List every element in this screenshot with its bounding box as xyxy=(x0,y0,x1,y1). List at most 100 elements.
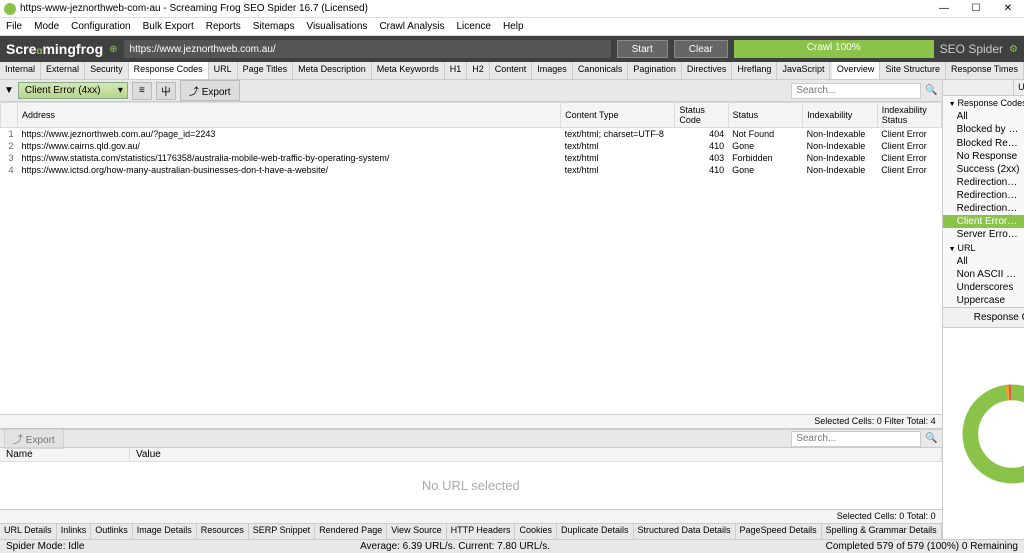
tab-internal[interactable]: Internal xyxy=(0,62,41,79)
tab-javascript[interactable]: JavaScript xyxy=(777,62,830,79)
dtab-inlinks[interactable]: Inlinks xyxy=(57,524,92,539)
export-button[interactable]: ⤴ Export xyxy=(180,80,240,101)
titlebar: https-www-jeznorthweb-com-au - Screaming… xyxy=(0,0,1024,18)
col-name[interactable]: Name xyxy=(0,448,130,461)
list-view-icon[interactable]: ≡ xyxy=(132,82,152,100)
tab-hreflang[interactable]: Hreflang xyxy=(732,62,777,79)
table-search-input[interactable] xyxy=(791,83,921,99)
rp-row[interactable]: All579100% xyxy=(943,110,1024,123)
dtab-serp-snippet[interactable]: SERP Snippet xyxy=(249,524,315,539)
rp-row[interactable]: Redirection (Met...00% xyxy=(943,202,1024,215)
rp-row[interactable]: Non ASCII Char...30.66% xyxy=(943,268,1024,281)
tab-security[interactable]: Security xyxy=(85,62,129,79)
rp-row[interactable]: Blocked Resourcei00% xyxy=(943,136,1024,150)
results-table[interactable]: AddressContent TypeStatus CodeStatusInde… xyxy=(0,102,942,414)
lower-search-input[interactable] xyxy=(791,431,921,447)
menu-help[interactable]: Help xyxy=(503,21,524,32)
dtab-http-headers[interactable]: HTTP Headers xyxy=(447,524,516,539)
search-icon[interactable]: 🔍 xyxy=(925,85,937,96)
dtab-duplicate-details[interactable]: Duplicate Details xyxy=(557,524,634,539)
col-value[interactable]: Value xyxy=(130,448,942,461)
dtab-structured-data-details[interactable]: Structured Data Details xyxy=(634,524,736,539)
overview-header: URLs% of ... xyxy=(943,80,1024,96)
menu-visualisations[interactable]: Visualisations xyxy=(306,21,367,32)
dtab-outlinks[interactable]: Outlinks xyxy=(91,524,133,539)
col-status[interactable]: Status xyxy=(728,103,803,128)
close-button[interactable]: ✕ xyxy=(996,1,1020,17)
menu-bulk-export[interactable]: Bulk Export xyxy=(143,21,194,32)
tab-images[interactable]: Images xyxy=(532,62,573,79)
menu-file[interactable]: File xyxy=(6,21,22,32)
settings-icon[interactable]: ⚙ xyxy=(1009,44,1018,55)
col-content-type[interactable]: Content Type xyxy=(561,103,675,128)
rp-row[interactable]: Redirection (Jav...00% xyxy=(943,189,1024,202)
tree-view-icon[interactable]: ⼬ xyxy=(156,82,176,100)
rtab-site-structure[interactable]: Site Structure xyxy=(880,62,946,79)
dtab-rendered-page[interactable]: Rendered Page xyxy=(315,524,387,539)
rp-row[interactable]: Uppercase00% xyxy=(943,294,1024,307)
tab-h1[interactable]: H1 xyxy=(445,62,468,79)
rp-section-url[interactable]: URL xyxy=(943,241,1024,255)
tab-directives[interactable]: Directives xyxy=(682,62,733,79)
menu-sitemaps[interactable]: Sitemaps xyxy=(253,21,295,32)
main-tabbar: InternalExternalSecurityResponse CodesUR… xyxy=(0,62,1024,80)
search-icon[interactable]: 🔍 xyxy=(925,433,937,444)
tab-pagination[interactable]: Pagination xyxy=(628,62,682,79)
tab-meta-description[interactable]: Meta Description xyxy=(293,62,372,79)
tab-external[interactable]: External xyxy=(41,62,85,79)
rp-row[interactable]: No Response30.52% xyxy=(943,150,1024,163)
rp-section-response-codes[interactable]: Response Codes xyxy=(943,96,1024,110)
col-indexability[interactable]: Indexability xyxy=(803,103,878,128)
menu-licence[interactable]: Licence xyxy=(456,21,490,32)
filter-dropdown[interactable]: Client Error (4xx) ▾ xyxy=(18,82,128,99)
table-status: Selected Cells: 0 Filter Total: 4 xyxy=(0,414,942,428)
rp-row[interactable]: Client Error (4xx)40.69% xyxy=(943,215,1024,228)
clear-button[interactable]: Clear xyxy=(674,40,728,58)
rp-row[interactable]: Redirection (3xx)61.04% xyxy=(943,176,1024,189)
rtab-overview[interactable]: Overview xyxy=(832,62,881,79)
rp-row[interactable]: All456100% xyxy=(943,255,1024,268)
rp-row[interactable]: Blocked by Rob...10.17% xyxy=(943,123,1024,136)
start-button[interactable]: Start xyxy=(617,40,668,58)
crawl-completed: Completed 579 of 579 (100%) 0 Remaining xyxy=(826,541,1018,552)
filterbar: ▼ Client Error (4xx) ▾ ≡ ⼬ ⤴ Export 🔍 xyxy=(0,80,942,102)
dtab-cookies[interactable]: Cookies xyxy=(515,524,557,539)
menu-reports[interactable]: Reports xyxy=(206,21,241,32)
table-row[interactable]: 1https://www.jeznorthweb.com.au/?page_id… xyxy=(1,128,942,141)
dtab-pagespeed-details[interactable]: PageSpeed Details xyxy=(736,524,822,539)
tab-page-titles[interactable]: Page Titles xyxy=(238,62,294,79)
lower-export-button[interactable]: ⤴ Export xyxy=(4,428,64,449)
spider-mode: Spider Mode: Idle xyxy=(6,541,84,552)
rp-row[interactable]: Success (2xx)56597.58% xyxy=(943,163,1024,176)
dtab-image-details[interactable]: Image Details xyxy=(133,524,197,539)
col-address[interactable]: Address xyxy=(18,103,561,128)
chart-title: Response Codes xyxy=(943,307,1024,328)
menu-mode[interactable]: Mode xyxy=(34,21,59,32)
statusbar: Spider Mode: Idle Average: 6.39 URL/s. C… xyxy=(0,539,1024,553)
dtab-spelling-&-grammar-details[interactable]: Spelling & Grammar Details xyxy=(822,524,942,539)
tab-canonicals[interactable]: Canonicals xyxy=(573,62,629,79)
rp-row[interactable]: Server Error (5xx)00% xyxy=(943,228,1024,241)
table-row[interactable]: 2https://www.cairns.qld.gov.au/text/html… xyxy=(1,140,942,152)
table-row[interactable]: 3https://www.statista.com/statistics/117… xyxy=(1,152,942,164)
rtab-response-times[interactable]: Response Times xyxy=(946,62,1024,79)
minimize-button[interactable]: — xyxy=(932,1,956,17)
menu-configuration[interactable]: Configuration xyxy=(71,21,130,32)
col-status-code[interactable]: Status Code xyxy=(675,103,728,128)
rp-row[interactable]: Underscores10.22% xyxy=(943,281,1024,294)
menu-crawl-analysis[interactable]: Crawl Analysis xyxy=(379,21,444,32)
maximize-button[interactable]: ☐ xyxy=(964,1,988,17)
col-indexability-status[interactable]: Indexability Status xyxy=(877,103,941,128)
dtab-url-details[interactable]: URL Details xyxy=(0,524,57,539)
dtab-resources[interactable]: Resources xyxy=(197,524,249,539)
table-row[interactable]: 4https://www.ictsd.org/how-many-australi… xyxy=(1,164,942,176)
tab-content[interactable]: Content xyxy=(490,62,533,79)
tab-response-codes[interactable]: Response Codes xyxy=(129,62,209,79)
dtab-view-source[interactable]: View Source xyxy=(387,524,446,539)
tab-url[interactable]: URL xyxy=(209,62,238,79)
url-input[interactable] xyxy=(124,40,611,58)
tab-meta-keywords[interactable]: Meta Keywords xyxy=(372,62,445,79)
overview-panel: URLs% of ... Response CodesAll579100%Blo… xyxy=(942,80,1024,539)
window-title: https-www-jeznorthweb-com-au - Screaming… xyxy=(20,3,368,14)
tab-h2[interactable]: H2 xyxy=(467,62,490,79)
